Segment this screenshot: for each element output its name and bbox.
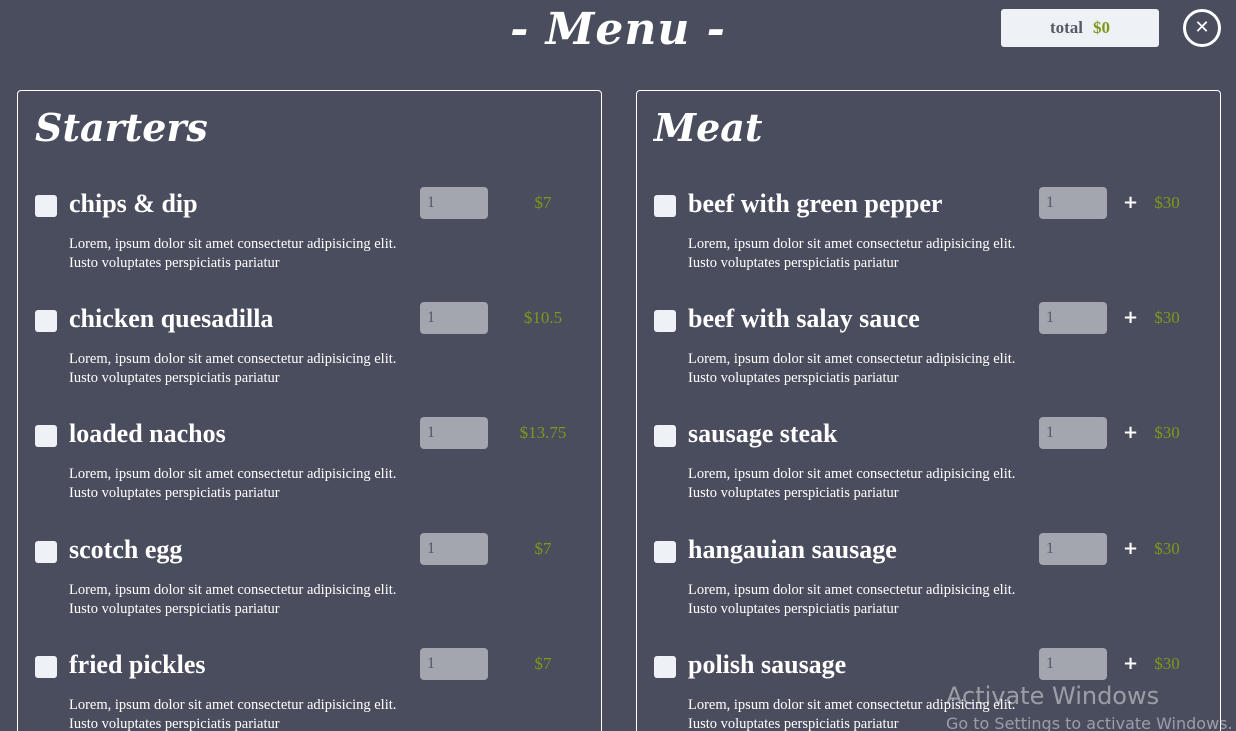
item-name: scotch egg <box>69 535 183 564</box>
quantity-input[interactable] <box>1039 417 1107 449</box>
total-label: total <box>1049 18 1084 37</box>
item-price: $30 <box>1154 193 1180 212</box>
add-button[interactable]: + <box>1123 417 1138 449</box>
item-price: $13.75 <box>519 423 567 442</box>
item-name: sausage steak <box>688 419 838 448</box>
watermark-title: Activate Windows <box>946 682 1160 710</box>
item-checkbox[interactable] <box>35 656 57 678</box>
item-description: Lorem, ipsum dolor sit amet consectetur … <box>688 466 1016 501</box>
close-button[interactable]: ✕ <box>1183 9 1221 47</box>
quantity-input[interactable] <box>420 417 488 449</box>
item-name: loaded nachos <box>69 419 226 448</box>
menu-item: chips & dip $7 Lorem, ipsum dolor sit am… <box>18 187 601 305</box>
watermark-subtitle: Go to Settings to activate Windows. <box>946 714 1233 731</box>
item-checkbox[interactable] <box>35 195 57 217</box>
close-icon: ✕ <box>1194 17 1210 38</box>
item-description: Lorem, ipsum dolor sit amet consectetur … <box>69 582 397 617</box>
starters-panel: Starters chips & dip $7 Lorem, ipsum dol… <box>17 90 602 731</box>
quantity-input[interactable] <box>420 187 488 219</box>
menu-item: scotch egg $7 Lorem, ipsum dolor sit ame… <box>18 533 601 651</box>
item-description: Lorem, ipsum dolor sit amet consectetur … <box>69 697 397 731</box>
add-button[interactable]: + <box>1123 533 1138 565</box>
item-name: fried pickles <box>69 650 206 679</box>
item-name: hangauian sausage <box>688 535 897 564</box>
quantity-input[interactable] <box>1039 533 1107 565</box>
menu-item: fried pickles $7 Lorem, ipsum dolor sit … <box>18 648 601 731</box>
quantity-input[interactable] <box>1039 187 1107 219</box>
quantity-input[interactable] <box>420 533 488 565</box>
item-price: $30 <box>1154 654 1180 673</box>
starters-heading: Starters <box>35 105 208 150</box>
item-checkbox[interactable] <box>654 656 676 678</box>
item-name: chicken quesadilla <box>69 304 274 333</box>
item-price: $30 <box>1154 308 1180 327</box>
item-description: Lorem, ipsum dolor sit amet consectetur … <box>688 236 1016 271</box>
item-description: Lorem, ipsum dolor sit amet consectetur … <box>69 351 397 386</box>
quantity-input[interactable] <box>420 648 488 680</box>
item-description: Lorem, ipsum dolor sit amet consectetur … <box>688 582 1016 617</box>
item-name: beef with green pepper <box>688 189 943 218</box>
add-button[interactable]: + <box>1123 302 1138 334</box>
item-price: $30 <box>1154 423 1180 442</box>
menu-item: hangauian sausage + $30 Lorem, ipsum dol… <box>637 533 1220 651</box>
menu-item: loaded nachos $13.75 Lorem, ipsum dolor … <box>18 417 601 535</box>
windows-activation-watermark: Activate Windows Go to Settings to activ… <box>946 682 1233 731</box>
item-checkbox[interactable] <box>654 310 676 332</box>
item-description: Lorem, ipsum dolor sit amet consectetur … <box>69 466 397 501</box>
item-checkbox[interactable] <box>35 541 57 563</box>
item-name: chips & dip <box>69 189 198 218</box>
item-checkbox[interactable] <box>35 425 57 447</box>
meat-heading: Meat <box>654 105 763 150</box>
menu-page: - Menu - total $0 ✕ Starters chips & dip… <box>0 0 1236 731</box>
item-checkbox[interactable] <box>35 310 57 332</box>
item-price: $7 <box>534 193 552 212</box>
item-checkbox[interactable] <box>654 425 676 447</box>
item-price: $30 <box>1154 539 1180 558</box>
menu-item: beef with salay sauce + $30 Lorem, ipsum… <box>637 302 1220 420</box>
item-price: $10.5 <box>523 308 563 327</box>
item-checkbox[interactable] <box>654 541 676 563</box>
add-button[interactable]: + <box>1123 648 1138 680</box>
menu-item: beef with green pepper + $30 Lorem, ipsu… <box>637 187 1220 305</box>
item-price: $7 <box>534 539 552 558</box>
total-display: total $0 <box>1001 9 1159 47</box>
menu-item: sausage steak + $30 Lorem, ipsum dolor s… <box>637 417 1220 535</box>
item-name: beef with salay sauce <box>688 304 920 333</box>
quantity-input[interactable] <box>1039 648 1107 680</box>
quantity-input[interactable] <box>1039 302 1107 334</box>
total-value: $0 <box>1093 18 1111 37</box>
item-price: $7 <box>534 654 552 673</box>
item-name: polish sausage <box>688 650 847 679</box>
add-button[interactable]: + <box>1123 187 1138 219</box>
quantity-input[interactable] <box>420 302 488 334</box>
meat-panel: Meat beef with green pepper + $30 Lorem,… <box>636 90 1221 731</box>
item-description: Lorem, ipsum dolor sit amet consectetur … <box>69 236 397 271</box>
item-description: Lorem, ipsum dolor sit amet consectetur … <box>688 351 1016 386</box>
menu-item: chicken quesadilla $10.5 Lorem, ipsum do… <box>18 302 601 420</box>
item-checkbox[interactable] <box>654 195 676 217</box>
